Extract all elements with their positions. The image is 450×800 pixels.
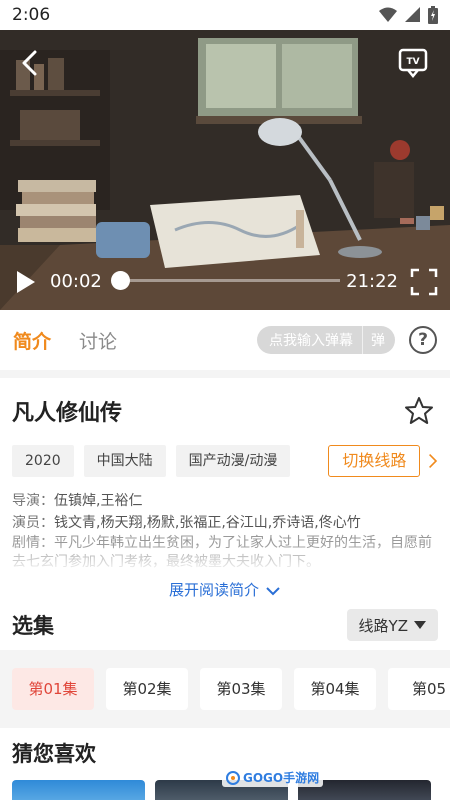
play-button[interactable] bbox=[12, 269, 38, 295]
danmu-input[interactable]: 点我输入弹幕 弹 bbox=[257, 326, 395, 354]
episode-item[interactable]: 第05 bbox=[388, 668, 450, 710]
play-icon bbox=[17, 271, 35, 293]
video-frame bbox=[0, 30, 450, 310]
tab-discussion[interactable]: 讨论 bbox=[79, 327, 117, 354]
help-button[interactable]: ? bbox=[409, 326, 437, 354]
chevron-right-icon[interactable] bbox=[428, 451, 438, 471]
tab-intro[interactable]: 简介 bbox=[13, 327, 51, 354]
director-line: 导演：伍镇焯,王裕仁 bbox=[12, 490, 438, 512]
recommendations: 猜您喜欢 bbox=[0, 728, 450, 800]
system-icons bbox=[379, 6, 438, 24]
status-bar: 2:06 bbox=[0, 0, 450, 30]
info-card: 凡人修仙传 2020 中国大陆 国产动漫/动漫 切换线路 导演：伍镇焯,王裕仁 … bbox=[0, 378, 450, 600]
episodes-title: 选集 bbox=[12, 614, 54, 638]
cast-line: 演员：钱文青,杨天翔,杨默,张福正,谷江山,乔诗语,佟心竹 bbox=[12, 512, 438, 534]
tag-row: 2020 中国大陆 国产动漫/动漫 切换线路 bbox=[12, 444, 438, 478]
tag-genre[interactable]: 国产动漫/动漫 bbox=[175, 445, 291, 477]
plot-text: 平凡少年韩立出生贫困，为了让家人过上更好的生活，自愿前去七玄门参加入门考核，最终… bbox=[12, 535, 432, 570]
episodes-header: 选集 线路YZ bbox=[0, 600, 450, 650]
expand-label: 展开阅读简介 bbox=[168, 581, 259, 599]
fullscreen-icon bbox=[410, 268, 438, 296]
line-select[interactable]: 线路YZ bbox=[346, 609, 438, 641]
watermark-logo-icon bbox=[226, 770, 240, 785]
tab-row: 简介 讨论 点我输入弹幕 弹 ? bbox=[0, 310, 450, 370]
danmu-placeholder: 点我输入弹幕 bbox=[269, 333, 353, 349]
cast-tv-button[interactable]: TV bbox=[398, 48, 432, 78]
plot-label: 剧情： bbox=[12, 535, 54, 551]
help-icon: ? bbox=[418, 330, 428, 350]
episode-list: 第01集 第02集 第03集 第04集 第05 bbox=[0, 650, 450, 728]
current-time: 00:02 bbox=[50, 271, 102, 292]
watermark: GOGO手游网 bbox=[222, 768, 324, 787]
show-title: 凡人修仙传 bbox=[12, 401, 123, 426]
wifi-icon bbox=[379, 7, 397, 22]
back-button[interactable] bbox=[14, 48, 44, 78]
tv-cast-icon: TV bbox=[398, 48, 428, 78]
video-player[interactable]: TV 00:02 21:22 bbox=[0, 30, 450, 310]
chevron-down-icon bbox=[266, 586, 280, 595]
battery-icon bbox=[428, 6, 438, 24]
cast-label: 演员： bbox=[12, 515, 54, 531]
cast-names: 钱文青,杨天翔,杨默,张福正,谷江山,乔诗语,佟心竹 bbox=[54, 515, 361, 531]
caret-down-icon bbox=[414, 621, 426, 629]
episode-item[interactable]: 第03集 bbox=[200, 668, 282, 710]
switch-line-button[interactable]: 切换线路 bbox=[328, 445, 421, 477]
episode-item[interactable]: 第04集 bbox=[294, 668, 376, 710]
watermark-text: GOGO手游网 bbox=[243, 771, 320, 785]
line-select-value: 线路YZ bbox=[358, 616, 408, 635]
director-label: 导演： bbox=[12, 493, 54, 509]
credits: 导演：伍镇焯,王裕仁 演员：钱文青,杨天翔,杨默,张福正,谷江山,乔诗语,佟心竹 bbox=[12, 490, 438, 534]
status-time: 2:06 bbox=[12, 5, 51, 25]
total-time: 21:22 bbox=[346, 271, 398, 292]
plot-summary: 剧情：平凡少年韩立出生贫困，为了让家人过上更好的生活，自愿前去七玄门参加入门考核… bbox=[12, 534, 438, 572]
svg-text:TV: TV bbox=[406, 57, 419, 67]
danmu-send-button[interactable]: 弹 bbox=[363, 330, 395, 350]
episode-item[interactable]: 第02集 bbox=[106, 668, 188, 710]
signal-icon bbox=[405, 7, 420, 22]
tag-year[interactable]: 2020 bbox=[12, 445, 74, 477]
recommendation-thumbnail[interactable] bbox=[12, 780, 145, 800]
favorite-star-icon[interactable] bbox=[404, 396, 434, 426]
chevron-left-icon bbox=[22, 50, 37, 76]
director-names: 伍镇焯,王裕仁 bbox=[54, 493, 143, 509]
fullscreen-button[interactable] bbox=[410, 268, 438, 296]
progress-bar[interactable] bbox=[111, 271, 340, 290]
tag-region[interactable]: 中国大陆 bbox=[83, 445, 166, 477]
episode-item[interactable]: 第01集 bbox=[12, 668, 94, 710]
expand-summary-link[interactable]: 展开阅读简介 bbox=[12, 579, 438, 600]
